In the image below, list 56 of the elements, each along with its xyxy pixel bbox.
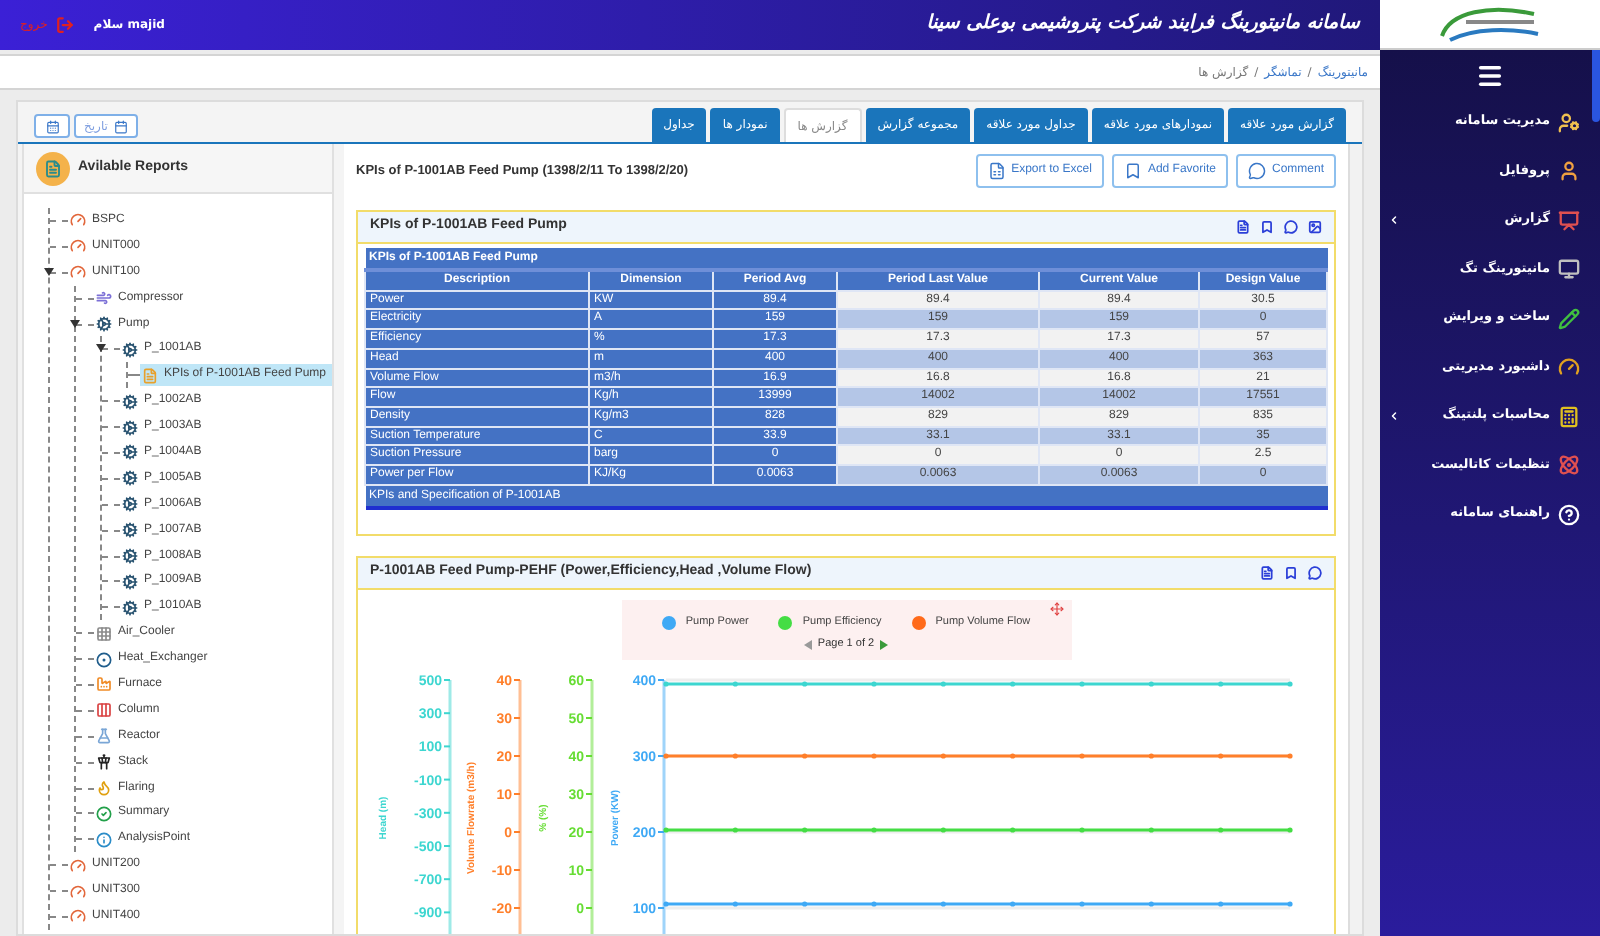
- menu-icon[interactable]: [1476, 62, 1504, 90]
- calendar-icon: [113, 119, 128, 133]
- document-icon[interactable]: [1236, 220, 1250, 234]
- speech-bubble-icon: [1247, 162, 1266, 180]
- gauge-icon: [70, 908, 86, 925]
- calculator-icon: [1558, 405, 1580, 428]
- gauge-icon: [70, 883, 86, 900]
- gauge-icon: [70, 857, 86, 874]
- user-cog-icon: [1558, 111, 1580, 134]
- gear-icon: [122, 522, 138, 539]
- calendar-icon: [45, 119, 59, 133]
- next-page-icon[interactable]: [880, 640, 889, 651]
- gauge-icon: [70, 238, 86, 255]
- gear-icon: [122, 470, 138, 487]
- image-icon[interactable]: [1308, 220, 1322, 234]
- flask-icon: [96, 728, 112, 745]
- bookmark-icon[interactable]: [1284, 566, 1298, 581]
- gear-icon: [122, 548, 138, 565]
- target-icon: [96, 651, 112, 668]
- gear-icon: [96, 316, 112, 332]
- check-circle-icon: [96, 805, 112, 822]
- wind-icon: [96, 290, 112, 307]
- gauge-icon: [1558, 356, 1580, 379]
- document-icon[interactable]: [1260, 566, 1274, 581]
- presentation-icon: [1558, 209, 1580, 232]
- bookmark-icon: [1123, 162, 1142, 180]
- speech-bubble-icon[interactable]: [1284, 220, 1298, 234]
- gauge-icon: [70, 212, 86, 229]
- gear-icon: [122, 444, 138, 461]
- tower-icon: [96, 754, 112, 771]
- gear-icon: [122, 599, 138, 616]
- monitor-icon: [1558, 258, 1580, 281]
- gear-icon: [122, 496, 138, 513]
- calendar-button[interactable]: [34, 114, 70, 138]
- columns-icon: [96, 702, 112, 719]
- document-icon: [141, 367, 158, 384]
- info-icon: [96, 831, 112, 848]
- gear-icon: [122, 341, 138, 358]
- gear-icon: [122, 393, 138, 410]
- app-title: سامانه مانیتورینگ فرایند شرکت پتروشیمی بوعلی سینا: [926, 10, 1360, 39]
- gauge-icon: [70, 264, 86, 281]
- previous-page-icon[interactable]: [803, 640, 812, 651]
- atom-icon: [1558, 454, 1580, 477]
- spreadsheet-icon: [987, 162, 1006, 180]
- bookmark-icon[interactable]: [1260, 220, 1274, 234]
- scrollbar-thumb: [1592, 50, 1600, 122]
- gear-icon: [122, 573, 138, 590]
- speech-bubble-icon[interactable]: [1308, 566, 1322, 581]
- pencil-icon: [1558, 307, 1580, 330]
- flame-icon: [96, 780, 112, 797]
- factory-icon: [96, 676, 112, 693]
- move-icon[interactable]: [1049, 602, 1063, 617]
- user-icon: [1558, 160, 1580, 183]
- report-icon: [36, 151, 70, 185]
- help-icon: [1558, 503, 1580, 526]
- gear-icon: [122, 419, 138, 436]
